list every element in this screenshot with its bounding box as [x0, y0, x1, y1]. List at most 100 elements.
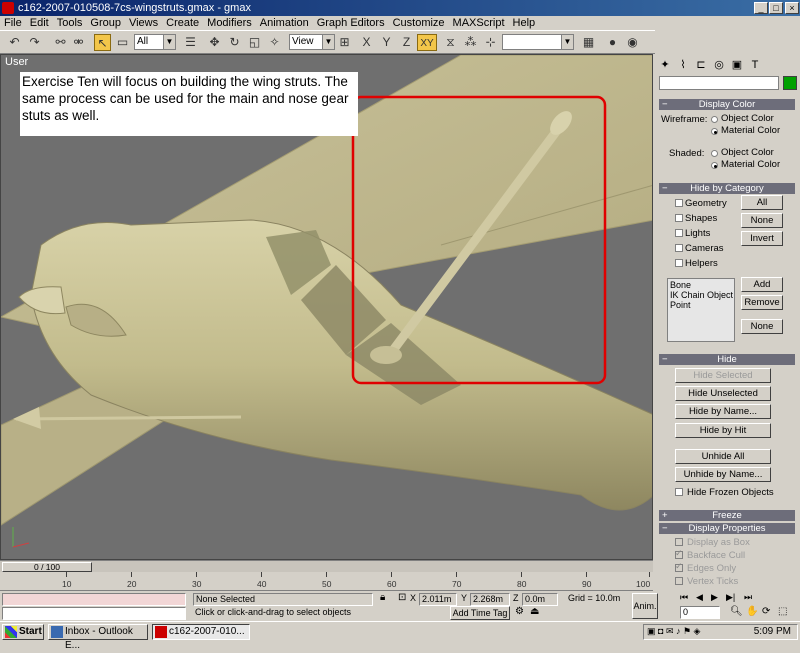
select-and-link-icon[interactable]: ⚯ [52, 34, 69, 51]
taskbar-outlook[interactable]: Inbox - Outlook E... [48, 624, 148, 651]
hide-frozen-checkbox[interactable] [675, 488, 683, 496]
menu-modifiers[interactable]: Modifiers [203, 16, 256, 30]
restrict-xy-button[interactable]: XY [417, 34, 437, 51]
reference-coord-dropdown[interactable]: View ▼ [289, 34, 335, 50]
menu-tools[interactable]: Tools [53, 16, 87, 30]
undo-icon[interactable]: ↶ [6, 34, 23, 51]
menu-maxscript[interactable]: MAXScript [449, 16, 509, 30]
perspective-viewport[interactable]: User Exercise Ten will focus on building… [0, 54, 653, 560]
unhide-all-button[interactable]: Unhide All [675, 449, 771, 464]
clock[interactable]: 5:09 PM [754, 626, 791, 637]
key-filter-icon[interactable]: ⏏ [530, 606, 539, 617]
move-icon[interactable]: ✥ [206, 34, 223, 51]
list-item[interactable]: Bone [670, 280, 732, 290]
shaded-material-color-radio[interactable] [711, 162, 718, 169]
maxscript-output-field[interactable] [2, 607, 186, 620]
motion-tab-icon[interactable]: ◎ [711, 57, 727, 73]
utilities-tab-icon[interactable]: T [747, 57, 763, 73]
taskbar-gmax[interactable]: c162-2007-010... [152, 624, 250, 640]
minimize-button[interactable]: _ [754, 2, 768, 14]
lights-checkbox[interactable] [675, 229, 683, 237]
menu-customize[interactable]: Customize [389, 16, 449, 30]
none-list-button[interactable]: None [741, 319, 783, 334]
maximize-button[interactable]: □ [769, 2, 783, 14]
menu-create[interactable]: Create [162, 16, 203, 30]
vertex-ticks-checkbox[interactable] [675, 577, 683, 585]
absolute-mode-icon[interactable]: ⊡ [398, 592, 406, 603]
hierarchy-tab-icon[interactable]: ⊏ [693, 57, 709, 73]
tray-icons[interactable]: ▣ ◘ ✉ ♪ ⚑ ◈ [647, 626, 700, 637]
array-icon[interactable]: ⁂ [462, 34, 479, 51]
menu-group[interactable]: Group [86, 16, 125, 30]
helpers-checkbox[interactable] [675, 259, 683, 267]
list-item[interactable]: Point [670, 300, 732, 310]
select-manipulate-icon[interactable]: ✧ [266, 34, 283, 51]
menu-graph-editors[interactable]: Graph Editors [313, 16, 389, 30]
shapes-checkbox[interactable] [675, 214, 683, 222]
menu-views[interactable]: Views [125, 16, 162, 30]
start-button[interactable]: Start [2, 624, 44, 640]
geometry-checkbox[interactable] [675, 199, 683, 207]
named-selection-dropdown[interactable]: ▼ [502, 34, 574, 50]
rotate-icon[interactable]: ↻ [226, 34, 243, 51]
time-config-icon[interactable]: ⚙ [515, 606, 524, 617]
restrict-z-button[interactable]: Z [398, 34, 415, 51]
lock-selection-icon[interactable]: 🔒︎ [380, 592, 385, 603]
y-coordinate-field[interactable]: 2.268m [470, 593, 510, 606]
scale-icon[interactable]: ◱ [246, 34, 263, 51]
current-frame-field[interactable]: 0 [680, 606, 720, 619]
hide-selected-button[interactable]: Hide Selected [675, 368, 771, 383]
pan-icon[interactable]: ✋ [746, 606, 758, 617]
hide-by-hit-button[interactable]: Hide by Hit [675, 423, 771, 438]
select-object-icon[interactable]: ↖ [94, 34, 111, 51]
create-tab-icon[interactable]: ✦ [657, 57, 673, 73]
render-icon[interactable]: ● [604, 34, 621, 51]
close-button[interactable]: × [785, 2, 799, 14]
track-bar[interactable]: 10 20 30 40 50 60 70 80 90 100 [0, 572, 653, 591]
next-frame-icon[interactable]: ▶| [726, 592, 735, 603]
display-as-box-checkbox[interactable] [675, 538, 683, 546]
display-tab-icon[interactable]: ▣ [729, 57, 745, 73]
object-name-field[interactable] [659, 76, 779, 90]
hide-rollout-header[interactable]: − Hide [659, 354, 795, 365]
menu-edit[interactable]: Edit [26, 16, 53, 30]
restrict-x-button[interactable]: X [358, 34, 375, 51]
cameras-checkbox[interactable] [675, 244, 683, 252]
maxscript-listener-field[interactable] [2, 593, 186, 606]
backface-cull-checkbox[interactable] [675, 548, 683, 559]
add-button[interactable]: Add [741, 277, 783, 292]
unhide-by-name-button[interactable]: Unhide by Name... [675, 467, 771, 482]
restrict-y-button[interactable]: Y [378, 34, 395, 51]
hide-by-category-rollout-header[interactable]: − Hide by Category [659, 183, 795, 194]
all-button[interactable]: All [741, 195, 783, 210]
menu-file[interactable]: File [0, 16, 26, 30]
hide-by-name-button[interactable]: Hide by Name... [675, 404, 771, 419]
go-to-end-icon[interactable]: ⏭ [744, 592, 752, 603]
list-item[interactable]: IK Chain Object [670, 290, 733, 300]
wireframe-material-color-radio[interactable] [711, 128, 718, 135]
invert-button[interactable]: Invert [741, 231, 783, 246]
arc-rotate-icon[interactable]: ⟳ [762, 606, 770, 617]
remove-button[interactable]: Remove [741, 295, 783, 310]
play-icon[interactable]: ▶ [711, 592, 718, 603]
menu-animation[interactable]: Animation [256, 16, 313, 30]
pivot-center-icon[interactable]: ⊞ [336, 34, 353, 51]
menu-help[interactable]: Help [509, 16, 540, 30]
add-time-tag-button[interactable]: Add Time Tag [450, 606, 510, 620]
zoom-icon[interactable]: 🔍︎ [730, 606, 743, 617]
time-slider[interactable]: 0 / 100 [0, 560, 653, 572]
edges-only-checkbox[interactable] [675, 561, 683, 572]
animate-button[interactable]: Anim. [632, 593, 658, 619]
shaded-object-color-radio[interactable] [711, 150, 718, 157]
display-color-rollout-header[interactable]: − Display Color [659, 99, 795, 110]
x-coordinate-field[interactable]: 2.011m [419, 593, 457, 606]
select-by-name-icon[interactable]: ☰ [182, 34, 199, 51]
modify-tab-icon[interactable]: ⌇ [675, 57, 691, 73]
quick-render-icon[interactable]: ◉ [624, 34, 641, 51]
wireframe-object-color-radio[interactable] [711, 116, 718, 123]
selection-filter-dropdown[interactable]: All ▼ [134, 34, 176, 50]
maximize-viewport-icon[interactable]: ⬚ [778, 606, 787, 617]
select-region-icon[interactable]: ▭ [114, 34, 131, 51]
hide-unselected-button[interactable]: Hide Unselected [675, 386, 771, 401]
freeze-rollout-header[interactable]: + Freeze [659, 510, 795, 521]
